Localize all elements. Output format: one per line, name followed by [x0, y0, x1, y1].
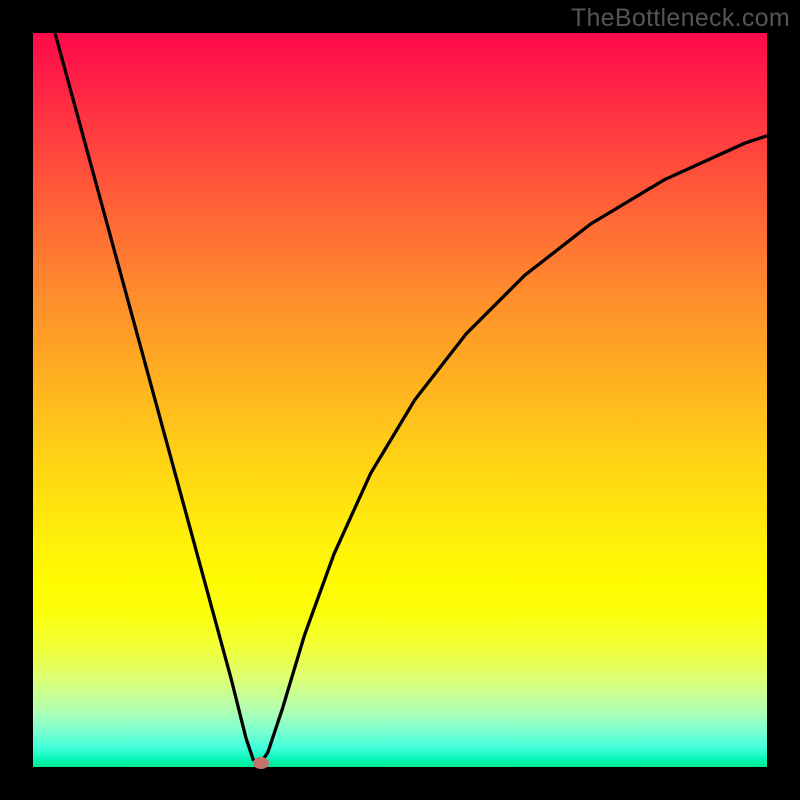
minimum-marker [253, 757, 269, 769]
bottleneck-curve [33, 33, 767, 767]
plot-gradient-area [33, 33, 767, 767]
curve-path [55, 33, 767, 763]
watermark-text: TheBottleneck.com [571, 4, 790, 33]
